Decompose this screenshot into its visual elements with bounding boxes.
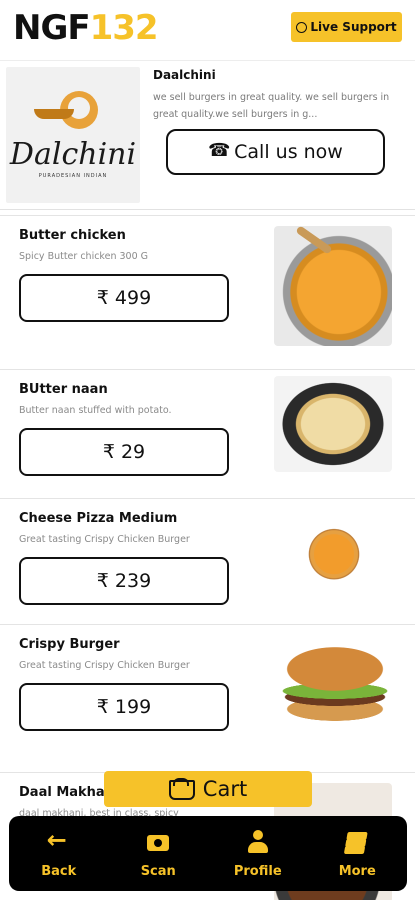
menu-item[interactable]: Cheese Pizza Medium Great tasting Crispy… xyxy=(0,498,415,643)
menu-item[interactable]: Crispy Burger Great tasting Crispy Chick… xyxy=(0,624,415,769)
restaurant-name: Daalchini xyxy=(153,68,216,82)
menu-item-name: Crispy Burger xyxy=(19,637,120,652)
restaurant-logo: Dalchini PURADESIAN INDIAN xyxy=(6,67,140,203)
restaurant-card: Dalchini PURADESIAN INDIAN Daalchini we … xyxy=(0,60,415,210)
menu-item[interactable]: BUtter naan Butter naan stuffed with pot… xyxy=(0,369,415,514)
cart-button[interactable]: Cart xyxy=(104,771,312,807)
whatsapp-icon xyxy=(296,21,308,33)
live-support-label: Live Support xyxy=(310,20,397,34)
brand-logo: NGF132 xyxy=(13,8,159,48)
layers-icon xyxy=(345,830,369,854)
brand-name-part2: 132 xyxy=(89,8,159,48)
price-button[interactable]: ₹ 199 xyxy=(19,683,229,731)
nav-profile-label: Profile xyxy=(233,864,282,879)
nav-profile[interactable]: Profile xyxy=(208,816,308,891)
menu-item-name: Cheese Pizza Medium xyxy=(19,511,178,526)
phone-icon xyxy=(208,140,230,161)
cart-label: Cart xyxy=(202,777,248,801)
call-us-label: Call us now xyxy=(234,141,343,163)
nav-back[interactable]: Back xyxy=(9,816,109,891)
menu-item-description: Butter naan stuffed with potato. xyxy=(19,405,172,416)
price-button[interactable]: ₹ 29 xyxy=(19,428,229,476)
call-us-button[interactable]: Call us now xyxy=(166,129,385,175)
menu-item[interactable]: Butter chicken Spicy Butter chicken 300 … xyxy=(0,215,415,360)
app-header: NGF132 Live Support xyxy=(0,0,415,60)
nav-scan[interactable]: Scan xyxy=(109,816,209,891)
camera-icon xyxy=(146,830,170,854)
butter-naan-image xyxy=(274,376,392,472)
bottom-nav: Back Scan Profile More xyxy=(9,816,407,891)
live-support-button[interactable]: Live Support xyxy=(291,12,402,42)
menu-item-name: BUtter naan xyxy=(19,382,108,397)
logo-wordmark: Dalchini xyxy=(9,137,137,172)
pizza-image xyxy=(288,511,380,601)
burger-image xyxy=(280,639,390,739)
user-icon xyxy=(246,830,270,854)
cart-icon xyxy=(168,778,195,800)
logo-lamp-mark xyxy=(34,109,74,119)
menu-item-description: Great tasting Crispy Chicken Burger xyxy=(19,660,190,671)
brand-name-part1: NGF xyxy=(13,8,91,48)
price-button[interactable]: ₹ 239 xyxy=(19,557,229,605)
butter-chicken-image xyxy=(274,226,392,346)
back-arrow-icon xyxy=(47,826,71,854)
menu-item-name: Butter chicken xyxy=(19,228,126,243)
price-button[interactable]: ₹ 499 xyxy=(19,274,229,322)
logo-tagline: PURADESIAN INDIAN xyxy=(38,173,108,179)
menu-item-description: Great tasting Crispy Chicken Burger xyxy=(19,534,190,545)
nav-more[interactable]: More xyxy=(308,816,408,891)
nav-back-label: Back xyxy=(41,864,77,879)
nav-scan-label: Scan xyxy=(140,864,176,879)
menu-item-description: Spicy Butter chicken 300 G xyxy=(19,251,148,262)
nav-more-label: More xyxy=(338,864,376,879)
restaurant-description: we sell burgers in great quality. we sel… xyxy=(153,92,390,120)
